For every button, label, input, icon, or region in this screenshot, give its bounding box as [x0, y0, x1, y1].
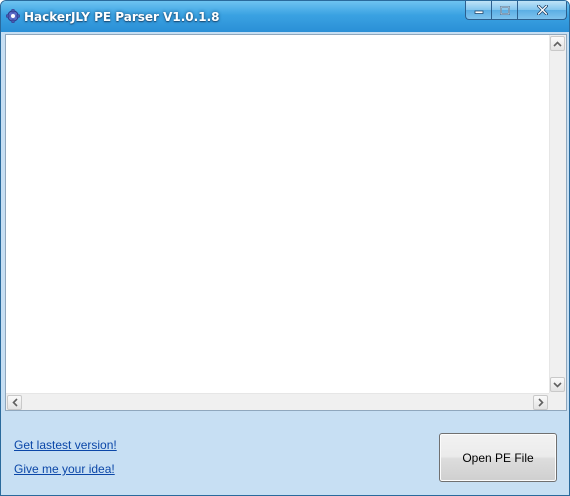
chevron-right-icon	[537, 398, 544, 407]
caption-buttons	[465, 1, 567, 21]
maximize-icon	[499, 5, 510, 15]
bottom-panel: Get lastest version! Give me your idea! …	[3, 413, 567, 493]
scroll-up-button[interactable]	[550, 36, 565, 51]
chevron-left-icon	[11, 398, 18, 407]
vertical-scrollbar[interactable]	[549, 35, 566, 393]
open-pe-file-button[interactable]: Open PE File	[439, 433, 557, 482]
minimize-button[interactable]	[465, 1, 491, 20]
scroll-left-button[interactable]	[7, 395, 22, 410]
give-idea-link[interactable]: Give me your idea!	[14, 462, 115, 476]
close-icon	[536, 5, 548, 15]
get-latest-version-link[interactable]: Get lastest version!	[14, 438, 117, 452]
window-title: HackerJLY PE Parser V1.0.1.8	[24, 10, 220, 24]
maximize-button[interactable]	[491, 1, 517, 20]
client-area: Get lastest version! Give me your idea! …	[3, 32, 567, 493]
scrollbar-corner	[549, 393, 566, 410]
app-window: HackerJLY PE Parser V1.0.1.8 Get lastest…	[0, 0, 570, 496]
output-textarea[interactable]	[5, 34, 567, 411]
scroll-right-button[interactable]	[533, 395, 548, 410]
scroll-down-button[interactable]	[550, 377, 565, 392]
title-bar[interactable]: HackerJLY PE Parser V1.0.1.8	[1, 1, 569, 32]
minimize-icon	[474, 10, 483, 14]
horizontal-scrollbar[interactable]	[6, 393, 549, 410]
close-button[interactable]	[517, 1, 567, 20]
chevron-up-icon	[553, 40, 562, 47]
gear-icon	[6, 9, 20, 23]
chevron-down-icon	[553, 381, 562, 388]
